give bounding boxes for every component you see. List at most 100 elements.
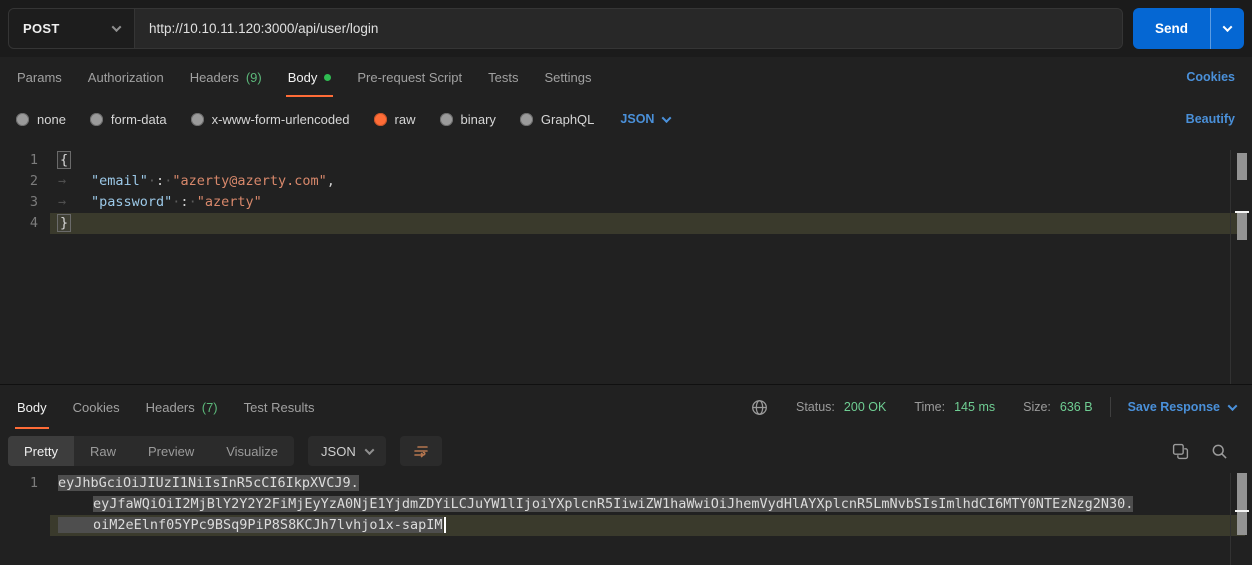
- wrap-text-button[interactable]: [400, 436, 442, 466]
- line-number: 4: [0, 213, 50, 234]
- text-cursor: [444, 517, 446, 533]
- request-body-editor[interactable]: 1 { 2 →"email"·:·"azerty@azerty.com", 3 …: [0, 150, 1252, 384]
- cookies-link[interactable]: Cookies: [1173, 70, 1248, 84]
- body-has-content-dot-icon: [324, 74, 331, 81]
- open-brace-token: {: [58, 152, 70, 168]
- time-value: 145 ms: [954, 400, 995, 414]
- close-brace-token: }: [58, 215, 70, 231]
- radio-icon: [191, 113, 204, 126]
- url-input[interactable]: http://10.10.11.120:3000/api/user/login: [135, 9, 1122, 48]
- editor-line: 3 →"password"·:·"azerty": [0, 192, 1252, 213]
- chevron-down-icon: [364, 445, 374, 455]
- tab-params[interactable]: Params: [4, 57, 75, 97]
- scrollbar-marker: [1237, 153, 1247, 180]
- method-label: POST: [23, 21, 60, 36]
- chevron-down-icon: [1228, 401, 1238, 411]
- json-key: "password": [91, 194, 172, 210]
- response-line-wrapped: eyJfaWQiOiI2MjBlY2Y2Y2FiMjEyYzA0NjE1Yjdm…: [0, 494, 1252, 515]
- postman-window: POST http://10.10.11.120:3000/api/user/l…: [0, 0, 1252, 565]
- response-tab-test-results[interactable]: Test Results: [231, 385, 328, 429]
- status-value: 200 OK: [844, 400, 886, 414]
- response-scrollbar[interactable]: [1230, 473, 1252, 565]
- wrap-text-icon: [412, 442, 430, 460]
- method-dropdown[interactable]: POST: [9, 9, 135, 48]
- radio-form-data[interactable]: form-data: [78, 112, 179, 127]
- response-tab-body[interactable]: Body: [4, 385, 60, 429]
- headers-count-badge: (9): [246, 70, 262, 85]
- save-response-button[interactable]: Save Response: [1128, 400, 1236, 414]
- status-label: Status:: [796, 400, 835, 414]
- radio-icon: [16, 113, 29, 126]
- response-body-viewer[interactable]: 1 eyJhbGciOiJIUzI1NiIsInR5cCI6IkpXVCJ9. …: [0, 473, 1252, 565]
- response-tab-headers[interactable]: Headers(7): [133, 385, 231, 429]
- json-value: "azerty": [197, 194, 262, 210]
- line-number: 3: [0, 192, 50, 213]
- response-current-line: oiM2eElnf05YPc9BSq9PiP8S8KCJh7lvhjo1x-sa…: [0, 515, 1252, 536]
- cursor-position-marker: [1235, 510, 1249, 512]
- view-mode-preview[interactable]: Preview: [132, 436, 210, 466]
- response-language-dropdown[interactable]: JSON: [308, 436, 386, 466]
- response-meta: Status: 200 OK Time: 145 ms Size: 636 B …: [751, 397, 1248, 417]
- response-headers-count-badge: (7): [202, 400, 218, 415]
- chevron-down-icon: [112, 22, 122, 32]
- editor-line: 1 {: [0, 150, 1252, 171]
- json-value: "azerty@azerty.com": [172, 173, 326, 189]
- editor-current-line: 4 }: [0, 213, 1252, 234]
- radio-icon: [520, 113, 533, 126]
- time-label: Time:: [914, 400, 945, 414]
- response-tabs: Body Cookies Headers(7) Test Results Sta…: [0, 385, 1252, 429]
- radio-selected-icon: [374, 113, 387, 126]
- radio-raw[interactable]: raw: [362, 112, 428, 127]
- response-tab-cookies[interactable]: Cookies: [60, 385, 133, 429]
- tab-indent-icon: →: [58, 171, 91, 192]
- copy-icon[interactable]: [1172, 443, 1189, 460]
- editor-line: 2 →"email"·:·"azerty@azerty.com",: [0, 171, 1252, 192]
- size-value: 636 B: [1060, 400, 1093, 414]
- editor-scrollbar[interactable]: [1230, 150, 1252, 384]
- view-mode-pretty[interactable]: Pretty: [8, 436, 74, 466]
- radio-icon: [90, 113, 103, 126]
- response-view-switcher: Pretty Raw Preview Visualize: [8, 436, 294, 466]
- jwt-header-segment: eyJhbGciOiJIUzI1NiIsInR5cCI6IkpXVCJ9.: [58, 475, 359, 491]
- radio-icon: [440, 113, 453, 126]
- view-mode-raw[interactable]: Raw: [74, 436, 132, 466]
- globe-icon[interactable]: [751, 399, 768, 416]
- json-key: "email": [91, 173, 148, 189]
- tab-body[interactable]: Body: [275, 57, 345, 97]
- tab-headers[interactable]: Headers(9): [177, 57, 275, 97]
- tab-authorization[interactable]: Authorization: [75, 57, 177, 97]
- radio-none[interactable]: none: [4, 112, 78, 127]
- size-label: Size:: [1023, 400, 1051, 414]
- body-type-row: none form-data x-www-form-urlencoded raw…: [0, 97, 1252, 141]
- beautify-link[interactable]: Beautify: [1173, 112, 1248, 126]
- response-section: Body Cookies Headers(7) Test Results Sta…: [0, 384, 1252, 565]
- line-number: 1: [0, 473, 50, 494]
- line-number: 1: [0, 150, 50, 171]
- search-icon[interactable]: [1211, 443, 1228, 460]
- tab-settings[interactable]: Settings: [531, 57, 604, 97]
- radio-binary[interactable]: binary: [428, 112, 508, 127]
- radio-graphql[interactable]: GraphQL: [508, 112, 606, 127]
- scrollbar-thumb: [1237, 473, 1247, 535]
- send-options-button[interactable]: [1210, 8, 1244, 49]
- tab-indent-icon: →: [58, 192, 91, 213]
- line-number: 2: [0, 171, 50, 192]
- scrollbar-marker: [1237, 213, 1247, 240]
- request-tabs: Params Authorization Headers(9) Body Pre…: [0, 57, 1252, 97]
- send-button[interactable]: Send: [1133, 8, 1210, 49]
- chevron-down-icon: [1223, 22, 1233, 32]
- whitespace-dot-icon: ·: [148, 173, 156, 189]
- chevron-down-icon: [662, 113, 672, 123]
- jwt-signature-segment: oiM2eElnf05YPc9BSq9PiP8S8KCJh7lvhjo1x-sa…: [93, 517, 443, 533]
- body-language-dropdown[interactable]: JSON: [606, 112, 684, 126]
- tab-tests[interactable]: Tests: [475, 57, 531, 97]
- response-toolbar: Pretty Raw Preview Visualize JSON: [0, 429, 1252, 473]
- request-bar: POST http://10.10.11.120:3000/api/user/l…: [0, 0, 1252, 57]
- jwt-payload-segment: eyJfaWQiOiI2MjBlY2Y2Y2FiMjEyYzA0NjE1Yjdm…: [93, 496, 1133, 512]
- view-mode-visualize[interactable]: Visualize: [210, 436, 294, 466]
- tab-pre-request-script[interactable]: Pre-request Script: [344, 57, 475, 97]
- send-split-button: Send: [1133, 8, 1244, 49]
- radio-x-www-form-urlencoded[interactable]: x-www-form-urlencoded: [179, 112, 362, 127]
- whitespace-dot-icon: ·: [189, 194, 197, 210]
- response-line: 1 eyJhbGciOiJIUzI1NiIsInR5cCI6IkpXVCJ9.: [0, 473, 1252, 494]
